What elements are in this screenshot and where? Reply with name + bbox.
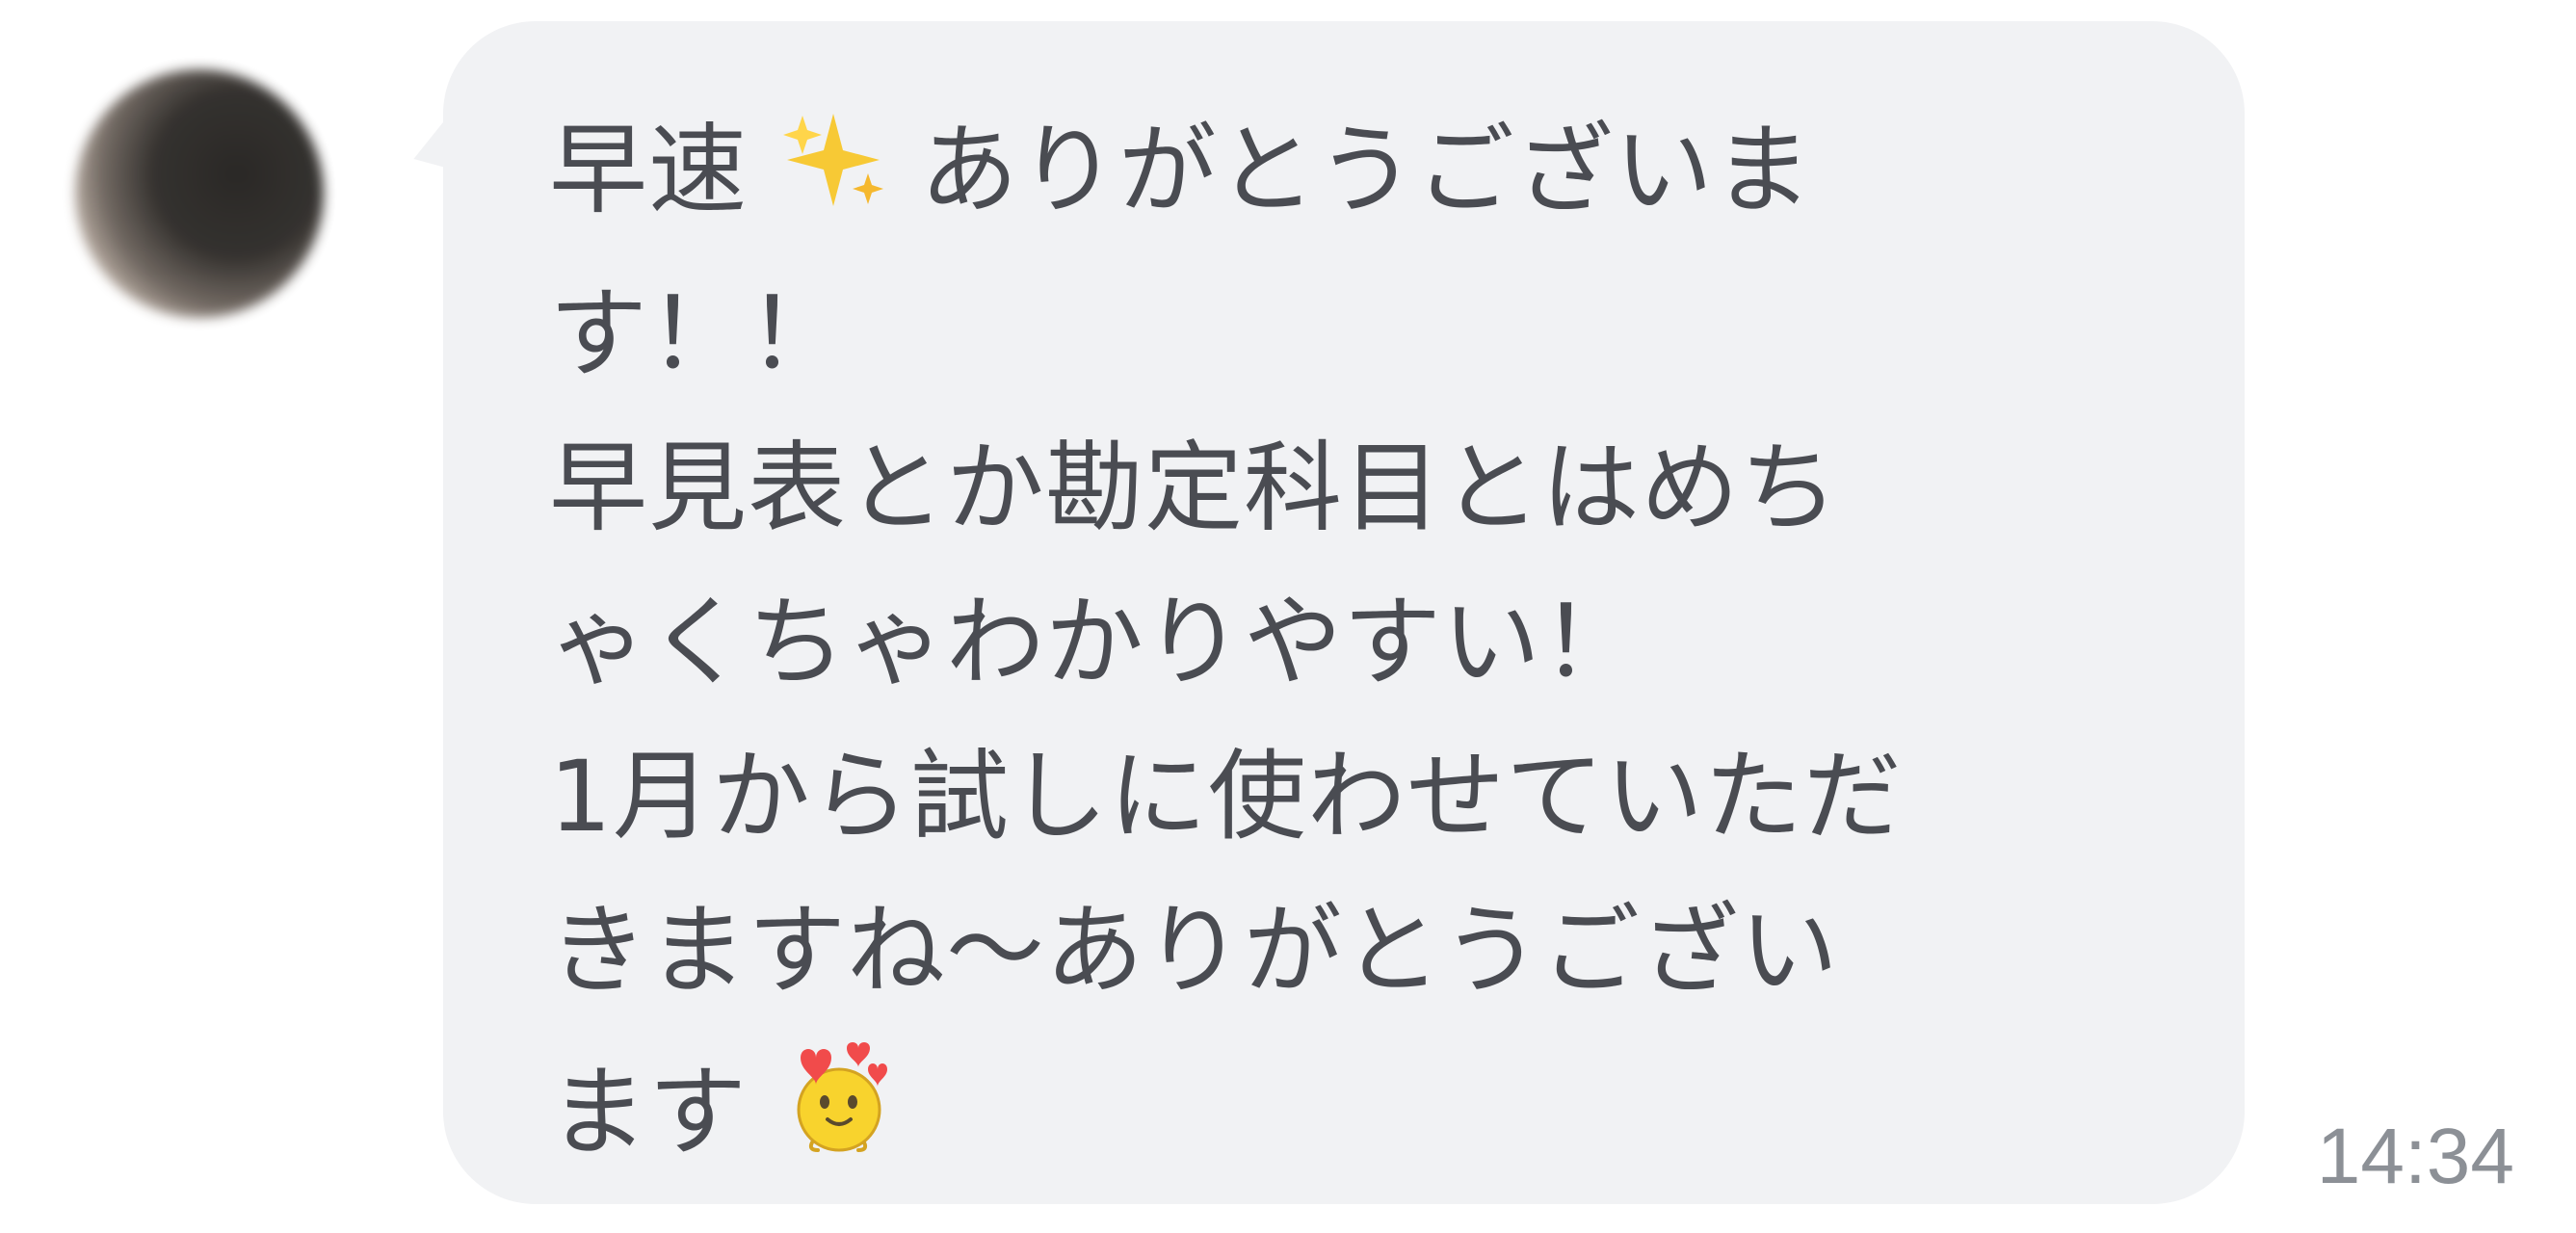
- message-text-part: ます: [549, 1056, 748, 1170]
- message-line-2: す！！: [549, 277, 847, 392]
- message-text-part: 早速: [549, 114, 748, 228]
- message-line-5: 1月から試しに使わせていただ: [549, 740, 1903, 854]
- message-line-1: 早速 ありがとうございま: [549, 94, 2139, 258]
- message-bubble[interactable]: 早速 ありがとうございま す！！ 早見表とか勘定科目とはめち ゃくちゃわかりやす…: [443, 21, 2245, 1204]
- message-text-part: ありがとうございま: [919, 114, 1813, 228]
- message-line-6: きますね〜ありがとうござい: [549, 894, 1839, 1009]
- love-face-emoji: [779, 1029, 907, 1200]
- message-line-3: 早見表とか勘定科目とはめち: [549, 432, 1839, 546]
- chat-screen: 早速 ありがとうございま す！！ 早見表とか勘定科目とはめち ゃくちゃわかりやす…: [0, 0, 2576, 1233]
- avatar[interactable]: [75, 69, 324, 318]
- sparkles-emoji: [779, 104, 887, 258]
- message-line-7: ます: [549, 1029, 2139, 1200]
- message-line-4: ゃくちゃわかりやすい！: [549, 586, 1641, 700]
- message-timestamp: 14:34: [2316, 1113, 2514, 1200]
